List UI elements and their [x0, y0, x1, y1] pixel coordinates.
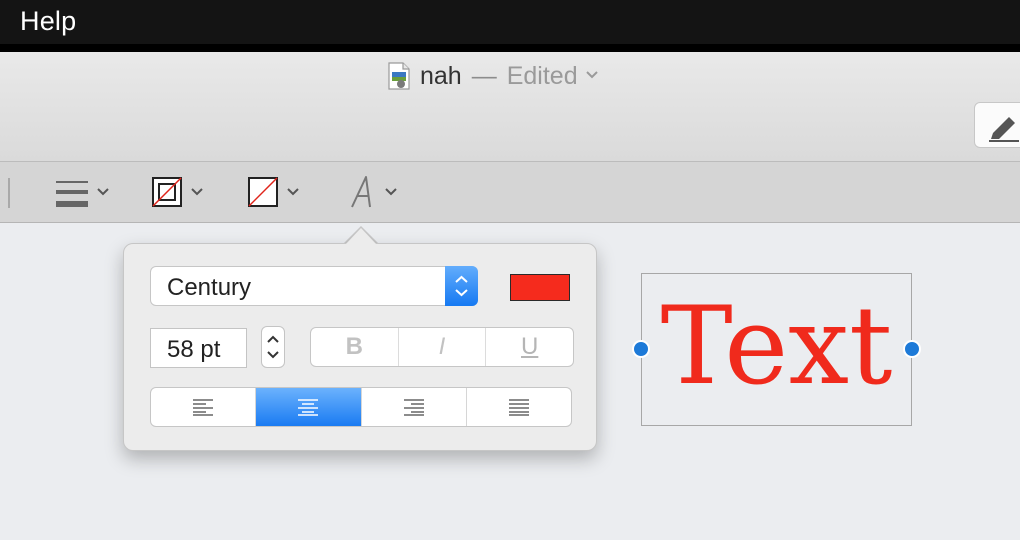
markup-toolbar: [0, 162, 1020, 223]
font-size-field[interactable]: 58 pt: [150, 328, 247, 368]
markup-toolbar-button[interactable]: [974, 102, 1020, 148]
menu-bar: Help: [0, 0, 1020, 44]
chevron-down-icon: [97, 188, 109, 196]
text-style-tool[interactable]: [348, 174, 398, 210]
chevron-down-icon[interactable]: [585, 67, 599, 85]
font-size-stepper[interactable]: [261, 326, 285, 368]
toolbar-divider: [8, 178, 10, 208]
font-popover: Century 58 pt B I U: [123, 243, 597, 451]
align-center-button[interactable]: [256, 388, 362, 426]
title-bar: nah — Edited: [0, 52, 1020, 162]
border-color-tool[interactable]: [152, 174, 204, 210]
menu-bar-edge: [0, 44, 1020, 52]
align-right-icon: [403, 399, 424, 416]
resize-handle-right[interactable]: [903, 340, 921, 358]
align-left-icon: [193, 399, 214, 416]
menu-help[interactable]: Help: [20, 6, 76, 37]
align-center-icon: [298, 399, 319, 416]
align-right-button[interactable]: [362, 388, 467, 426]
underline-button[interactable]: U: [486, 328, 573, 366]
document-icon: [388, 62, 410, 90]
chevron-down-icon: [287, 188, 299, 196]
lines-icon: [56, 181, 88, 207]
chevron-down-icon: [385, 188, 397, 196]
align-left-button[interactable]: [151, 388, 257, 426]
bold-button[interactable]: B: [311, 328, 399, 366]
pen-icon: [991, 117, 1015, 139]
shape-border-icon: [152, 177, 182, 207]
title-separator: —: [471, 61, 497, 90]
edited-status: Edited: [506, 61, 578, 90]
font-size-value: 58 pt: [167, 336, 221, 363]
document-name: nah: [420, 61, 462, 90]
resize-handle-left[interactable]: [632, 340, 650, 358]
alignment-segments: [150, 387, 572, 427]
chevron-down-icon: [191, 188, 203, 196]
text-annotation-box[interactable]: Text: [641, 273, 912, 426]
font-family-value: Century: [167, 274, 252, 301]
line-style-tool[interactable]: [56, 174, 110, 210]
popover-arrow-fill: [345, 228, 377, 245]
align-justify-button[interactable]: [467, 388, 571, 426]
font-a-icon: [351, 176, 371, 208]
italic-button[interactable]: I: [399, 328, 487, 366]
window-title[interactable]: nah — Edited: [388, 60, 599, 92]
fill-color-tool[interactable]: [248, 174, 300, 210]
align-justify-icon: [508, 399, 529, 416]
annotation-text: Text: [660, 284, 893, 409]
font-style-segments: B I U: [310, 327, 574, 367]
fill-none-icon: [248, 177, 278, 207]
text-color-well[interactable]: [510, 274, 570, 301]
select-arrows-icon[interactable]: [445, 266, 478, 306]
font-family-select[interactable]: Century: [150, 266, 478, 306]
